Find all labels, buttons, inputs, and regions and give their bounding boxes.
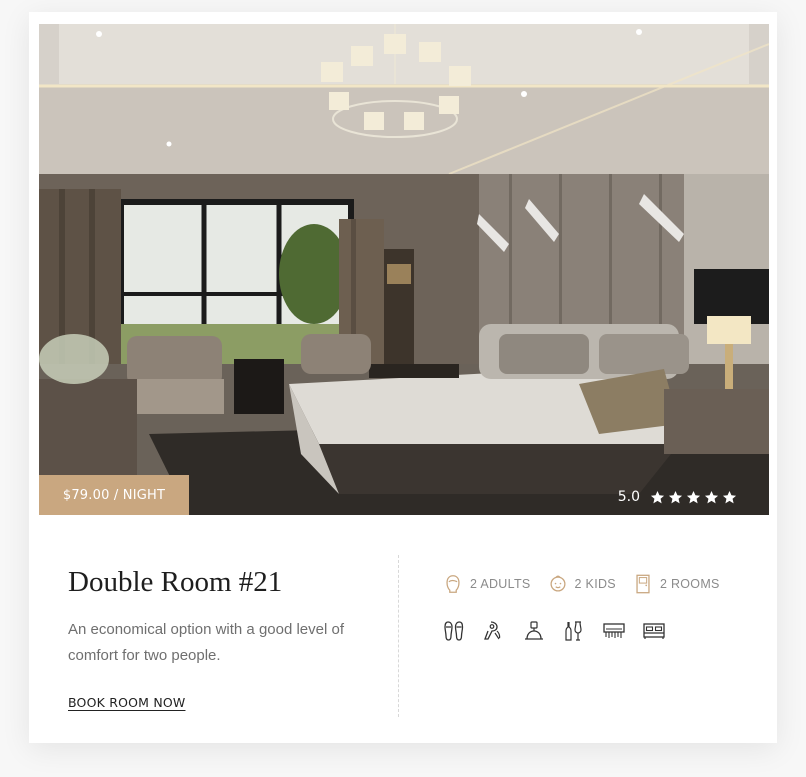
divider (398, 555, 399, 717)
capacity-label: 2 ROOMS (659, 577, 720, 591)
rating: 5.0 (618, 489, 737, 505)
door-icon (636, 574, 650, 594)
kid-icon (550, 575, 566, 592)
room-card: $79.00 / NIGHT 5.0 Double Room #21 An ec… (29, 12, 777, 743)
capacity-item: 2 KIDS (547, 573, 616, 595)
capacity-item: 2 ROOMS (632, 573, 720, 595)
room-service-icon (525, 621, 543, 640)
star-icon (722, 490, 737, 503)
room-info: Double Room #21 An economical option wit… (68, 566, 388, 712)
capacity-list: 2 ADULTS 2 KIDS 2 ROOMS (442, 573, 762, 595)
minibar-icon (565, 621, 582, 641)
room-description: An economical option with a good level o… (68, 620, 345, 664)
rating-stars (650, 490, 737, 505)
air-conditioner-icon (603, 623, 625, 638)
capacity-label: 2 ADULTS (470, 577, 531, 591)
adult-icon (446, 575, 460, 593)
capacity-label: 2 KIDS (574, 577, 616, 591)
amenity-list (442, 619, 762, 643)
slippers-icon (444, 621, 464, 641)
star-icon (704, 490, 719, 503)
bed-icon (643, 623, 665, 639)
star-icon (686, 490, 701, 503)
star-icon (668, 490, 683, 503)
room-photo[interactable]: $79.00 / NIGHT 5.0 (39, 24, 769, 515)
bedroom-image (39, 24, 769, 515)
price-badge: $79.00 / NIGHT (39, 475, 189, 515)
rating-value: 5.0 (617, 489, 640, 505)
room-details: Double Room #21 An economical option wit… (39, 515, 769, 743)
book-room-button[interactable]: BOOK ROOM NOW (68, 695, 185, 710)
hairdryer-icon (484, 621, 501, 640)
star-icon (650, 490, 665, 503)
capacity-item: 2 ADULTS (442, 573, 531, 595)
price-label: $79.00 / NIGHT (62, 487, 166, 503)
room-title: Double Room #21 (68, 566, 283, 598)
room-features: 2 ADULTS 2 KIDS 2 ROOMS (442, 573, 762, 643)
